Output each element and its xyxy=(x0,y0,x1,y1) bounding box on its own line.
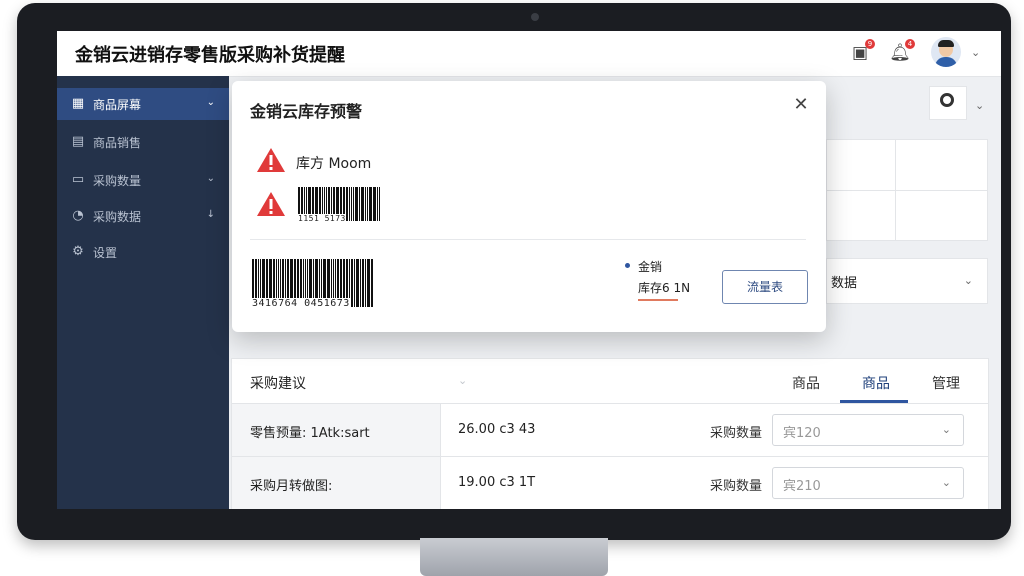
barcode-bar xyxy=(362,259,364,307)
tab-products-1[interactable]: 商品 xyxy=(792,373,820,393)
dialog-title: 金销云库存预警 xyxy=(250,102,363,121)
sidebar-item-label: 商品销售 xyxy=(93,136,142,150)
warning-icon xyxy=(256,147,286,173)
barcode-bar xyxy=(355,187,358,221)
monitor-stand xyxy=(420,538,608,576)
purchase-suggestion-panel: 采购建议 ⌄ 商品 商品 管理 零售预量: 1Atk:sart 26.00 c3… xyxy=(231,358,989,509)
sidebar: ▦ 商品屏幕 ⌄ ▤ 商品销售 ▭ 采购数量 ⌄ ◔ 采购数据 ↓ ⚙ 设置 xyxy=(57,76,229,509)
data-dropdown-label: 数据 xyxy=(831,276,858,291)
barcode-image: 1151 5173 xyxy=(298,187,386,223)
qty-label: 采购数量 xyxy=(710,479,763,494)
active-tab-indicator xyxy=(840,400,908,403)
qty-input[interactable] xyxy=(781,474,935,494)
barcode-image: 3416764 0451673 xyxy=(252,259,388,309)
warning-icon xyxy=(256,191,286,217)
tab-management[interactable]: 管理 xyxy=(932,373,960,393)
sidebar-item-sales[interactable]: ▤ 商品销售 xyxy=(57,126,229,158)
barcode-bar xyxy=(369,187,372,221)
panel-header: 采购建议 ⌄ 商品 商品 管理 xyxy=(232,359,988,404)
barcode-bar xyxy=(371,259,373,307)
sidebar-item-label: 设置 xyxy=(93,246,118,260)
sidebar-item-purchase-qty[interactable]: ▭ 采购数量 ⌄ xyxy=(57,164,229,196)
sidebar-item-products[interactable]: ▦ 商品屏幕 ⌄ xyxy=(57,88,229,120)
barcode-bar xyxy=(359,187,360,221)
status-dot xyxy=(625,263,630,268)
barcode-bar xyxy=(356,259,359,307)
row-value: 19.00 c3 1T xyxy=(458,475,536,490)
notification-badge: 4 xyxy=(905,39,915,49)
barcode-bar xyxy=(349,187,350,221)
qty-input[interactable] xyxy=(781,421,935,441)
table-row: 采购月转做图: 19.00 c3 1T 采购数量 ⌄ xyxy=(232,457,988,509)
bell-icon[interactable]: 🔔︎ 4 xyxy=(889,39,915,64)
app-title: 金销云进销存零售版采购补货提醒 xyxy=(75,45,345,66)
gear-icon: ⚙ xyxy=(72,244,84,259)
barcode-bar xyxy=(365,259,366,307)
barcode-bar xyxy=(377,187,378,221)
summary-card xyxy=(826,139,988,241)
message-icon[interactable]: ▣ 9 xyxy=(849,39,875,64)
grid-icon: ▦ xyxy=(71,96,85,111)
webcam-icon xyxy=(531,13,539,21)
table-row: 零售预量: 1Atk:sart 26.00 c3 43 采购数量 ⌄ xyxy=(232,404,988,457)
close-icon[interactable]: ✕ xyxy=(790,94,812,116)
tab-products-2[interactable]: 商品 xyxy=(862,373,890,393)
info-underline xyxy=(638,299,678,301)
chevron-down-icon: ⌄ xyxy=(206,97,215,108)
gauge-icon: ◔ xyxy=(72,208,84,223)
row-name: 零售预量: 1Atk:sart xyxy=(250,426,370,441)
row-value: 26.00 c3 43 xyxy=(458,422,536,437)
info-line-2: 库存6 1N xyxy=(638,281,691,295)
info-line-1: 金销 xyxy=(638,260,663,274)
top-bar: 金销云进销存零售版采购补货提醒 ▣ 9 🔔︎ 4 ⌄ xyxy=(57,31,1001,77)
barcode-bar xyxy=(351,259,353,307)
barcode-bar xyxy=(353,187,354,221)
barcode-bar xyxy=(365,187,366,221)
chevron-down-icon: ⌄ xyxy=(206,173,215,184)
barcode-bar xyxy=(351,187,352,221)
chevron-down-icon: ⌄ xyxy=(941,423,951,436)
warning-text: 库方 Moom xyxy=(296,156,372,172)
barcode-number: 3416764 0451673 xyxy=(252,298,350,309)
sidebar-item-label: 采购数据 xyxy=(93,210,142,224)
clipboard-icon: ▤ xyxy=(71,134,85,149)
barcode-bar xyxy=(354,259,355,307)
qty-select[interactable]: ⌄ xyxy=(772,467,964,499)
barcode-bar xyxy=(346,187,348,221)
download-icon: ↓ xyxy=(206,209,215,220)
qty-select[interactable]: ⌄ xyxy=(772,414,964,446)
data-dropdown[interactable]: 数据 ⌄ xyxy=(826,258,988,304)
sidebar-item-label: 商品屏幕 xyxy=(93,98,142,112)
barcode-bar xyxy=(373,187,376,221)
barcode-bar xyxy=(361,187,364,221)
chevron-down-icon: ⌄ xyxy=(941,476,951,489)
flow-report-button[interactable]: 流量表 xyxy=(722,270,808,304)
barcode-bar xyxy=(379,187,380,221)
chevron-down-icon[interactable]: ⌄ xyxy=(971,46,980,59)
document-icon: ▭ xyxy=(71,172,85,187)
barcode-number: 1151 5173 xyxy=(298,214,346,223)
avatar[interactable] xyxy=(931,37,961,67)
barcode-bar xyxy=(360,259,361,307)
qty-label: 采购数量 xyxy=(710,426,763,441)
app-window: 金销云进销存零售版采购补货提醒 ▣ 9 🔔︎ 4 ⌄ ▦ 商品屏幕 ⌄ ▤ 商品销售… xyxy=(57,31,1001,509)
panel-title: 采购建议 xyxy=(250,376,306,392)
chevron-down-icon: ⌄ xyxy=(963,274,973,287)
barcode-bar xyxy=(367,259,370,307)
barcode-bar xyxy=(367,187,368,221)
message-badge: 9 xyxy=(865,39,875,49)
sidebar-item-settings[interactable]: ⚙ 设置 xyxy=(57,236,229,268)
chevron-down-icon[interactable]: ⌄ xyxy=(458,374,467,387)
sidebar-item-label: 采购数量 xyxy=(93,174,142,188)
brand-logo xyxy=(929,86,967,120)
stock-alert-dialog: 金销云库存预警 ✕ 库方 Moom 1151 5173 3416764 0451… xyxy=(232,81,826,332)
divider xyxy=(250,239,806,240)
chevron-down-icon[interactable]: ⌄ xyxy=(975,99,984,112)
monitor-bezel: 金销云进销存零售版采购补货提醒 ▣ 9 🔔︎ 4 ⌄ ▦ 商品屏幕 ⌄ ▤ 商品销售… xyxy=(17,3,1011,540)
sidebar-item-purchase-data[interactable]: ◔ 采购数据 ↓ xyxy=(57,200,229,232)
row-name: 采购月转做图: xyxy=(250,479,333,494)
